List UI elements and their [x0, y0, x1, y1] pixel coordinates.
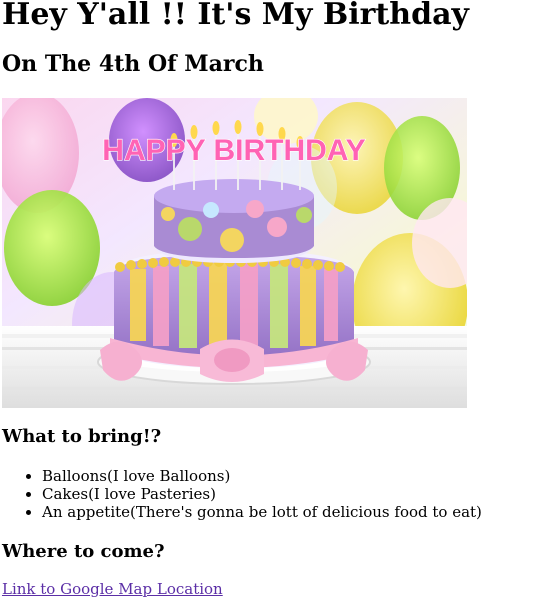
page-title: Hey Y'all !! It's My Birthday	[2, 0, 469, 32]
birthday-cake-image: HAPPY BIRTHDAY	[2, 98, 467, 408]
where-to-come-heading: Where to come?	[2, 541, 165, 562]
birthday-cake-icon: HAPPY BIRTHDAY	[2, 98, 467, 408]
list-item: Balloons(I love Balloons)	[42, 467, 482, 485]
list-item: An appetite(There's gonna be lott of del…	[42, 503, 482, 521]
what-to-bring-heading: What to bring!?	[2, 426, 162, 447]
birthday-page: Hey Y'all !! It's My Birthday On The 4th…	[0, 0, 545, 605]
google-map-link[interactable]: Link to Google Map Location	[2, 580, 223, 598]
cake-topper-text: HAPPY BIRTHDAY	[102, 134, 365, 167]
list-item: Cakes(I love Pasteries)	[42, 485, 482, 503]
bring-list: Balloons(I love Balloons) Cakes(I love P…	[42, 467, 482, 521]
page-subtitle: On The 4th Of March	[2, 51, 264, 77]
